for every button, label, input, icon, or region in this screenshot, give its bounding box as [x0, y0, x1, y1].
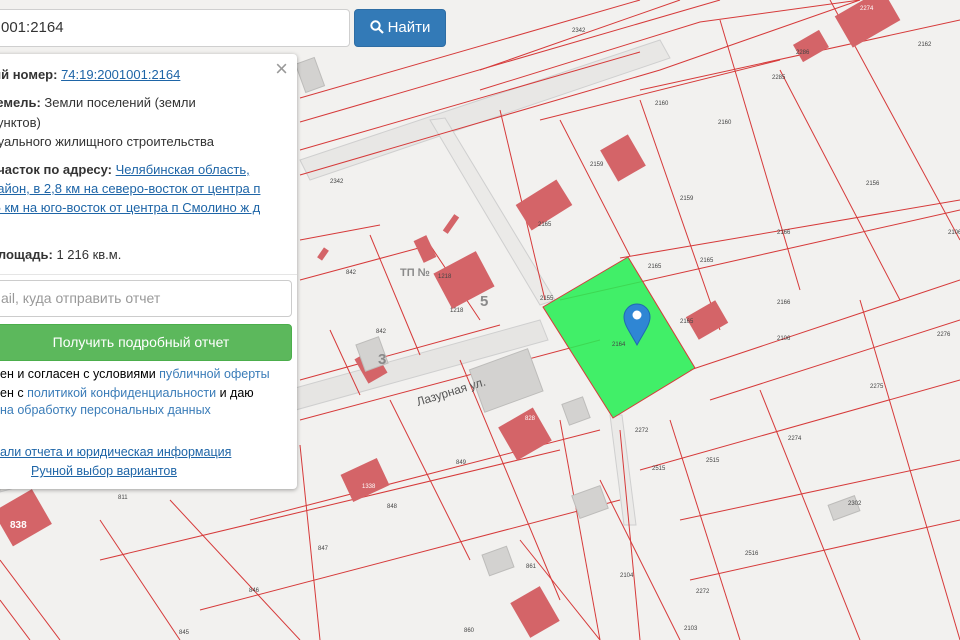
- cadastral-number-link[interactable]: 74:19:2001001:2164: [61, 67, 180, 82]
- search-button[interactable]: Найти: [354, 9, 446, 47]
- land-category-row: земель: Земли поселений (земли: [0, 95, 196, 110]
- svg-text:849: 849: [456, 460, 467, 466]
- cadastral-number-row: ый номер: 74:19:2001001:2164: [0, 67, 180, 82]
- svg-text:2106: 2106: [948, 230, 960, 236]
- svg-text:845: 845: [179, 630, 190, 636]
- terms-text-1: ен и согласен с условиями: [0, 367, 160, 381]
- svg-text:847: 847: [318, 546, 329, 552]
- svg-text:2515: 2515: [652, 466, 666, 472]
- svg-text:2159: 2159: [680, 196, 694, 202]
- svg-text:2166: 2166: [777, 230, 791, 236]
- address-label: участок по адресу:: [0, 162, 112, 177]
- email-field[interactable]: ail, куда отправить отчет: [0, 280, 292, 317]
- svg-text:846: 846: [249, 588, 260, 594]
- cadastral-number-label: ый номер:: [0, 67, 58, 82]
- terms-line-1: ен и согласен с условиями публичной офер…: [0, 367, 270, 381]
- svg-text:2165: 2165: [648, 264, 662, 270]
- svg-text:2286: 2286: [796, 50, 810, 56]
- svg-text:811: 811: [118, 495, 128, 501]
- svg-text:861: 861: [526, 564, 537, 570]
- area-label: площадь:: [0, 247, 53, 262]
- address-link-1[interactable]: Челябинская область,: [116, 162, 250, 177]
- svg-text:848: 848: [387, 504, 398, 510]
- substation-label: ТП №: [400, 267, 430, 279]
- report-details-link[interactable]: али отчета и юридическая информация: [0, 445, 231, 459]
- land-category-line-2: пунктов): [0, 115, 41, 130]
- privacy-policy-link[interactable]: политикой конфиденциальности: [27, 386, 216, 400]
- svg-text:2272: 2272: [696, 589, 710, 595]
- address-link-3[interactable]: ,5 км на юго-восток от центра п Смолино …: [0, 200, 260, 215]
- svg-text:1338: 1338: [362, 484, 376, 490]
- svg-text:828: 828: [525, 416, 536, 422]
- land-use-line: дуального жилищного строительства: [0, 134, 215, 149]
- svg-text:2165: 2165: [538, 222, 552, 228]
- svg-text:2156: 2156: [866, 181, 880, 187]
- parcel-info-panel: × ый номер: 74:19:2001001:2164 земель: З…: [0, 54, 297, 489]
- svg-text:2165: 2165: [700, 258, 714, 264]
- svg-text:2104: 2104: [620, 573, 634, 579]
- area-value: 1 216 кв.м.: [56, 247, 122, 262]
- area-row: площадь: 1 216 кв.м.: [0, 247, 121, 262]
- address-row: участок по адресу: Челябинская область,: [0, 162, 250, 177]
- search-icon: [369, 20, 384, 34]
- svg-text:2106: 2106: [777, 336, 791, 342]
- search-button-label: Найти: [387, 19, 431, 36]
- terms-text-3: и даю: [216, 386, 254, 400]
- svg-text:2162: 2162: [918, 42, 932, 48]
- house-number-5: 5: [480, 293, 488, 310]
- svg-text:2272: 2272: [635, 428, 649, 434]
- svg-text:1218: 1218: [438, 274, 452, 280]
- svg-text:2166: 2166: [777, 300, 791, 306]
- svg-text:1218: 1218: [450, 308, 464, 314]
- svg-text:2164: 2164: [612, 342, 626, 348]
- terms-line-2: ен с политикой конфиденциальности и даю: [0, 386, 254, 400]
- svg-text:2274: 2274: [860, 6, 874, 12]
- svg-text:2160: 2160: [655, 101, 669, 107]
- svg-text:2342: 2342: [330, 179, 344, 185]
- svg-text:2276: 2276: [937, 332, 951, 338]
- land-category-label: земель:: [0, 95, 41, 110]
- close-icon[interactable]: ×: [275, 57, 288, 81]
- public-offer-link[interactable]: публичной оферты: [159, 367, 269, 381]
- svg-text:2103: 2103: [684, 626, 698, 632]
- svg-text:2275: 2275: [870, 384, 884, 390]
- svg-text:2515: 2515: [706, 458, 720, 464]
- address-link-2[interactable]: район, в 2,8 км на северо-восток от цент…: [0, 181, 260, 196]
- svg-text:838: 838: [10, 520, 27, 531]
- land-category-value: Земли поселений (земли: [44, 95, 196, 110]
- svg-text:2516: 2516: [745, 551, 759, 557]
- svg-text:842: 842: [376, 329, 387, 335]
- terms-text-2: ен с: [0, 386, 28, 400]
- house-number-3: 3: [378, 351, 386, 368]
- svg-text:2285: 2285: [772, 75, 786, 81]
- svg-text:2274: 2274: [788, 436, 802, 442]
- svg-text:2160: 2160: [718, 120, 732, 126]
- get-report-button[interactable]: Получить подробный отчет: [0, 324, 292, 361]
- svg-text:860: 860: [464, 628, 475, 634]
- svg-text:2165: 2165: [680, 319, 694, 325]
- manual-selection-link[interactable]: Ручной выбор вариантов: [31, 464, 177, 478]
- svg-text:842: 842: [346, 270, 357, 276]
- svg-text:2342: 2342: [572, 28, 586, 34]
- divider: [0, 274, 297, 275]
- svg-text:2159: 2159: [590, 162, 604, 168]
- svg-text:2155: 2155: [540, 296, 554, 302]
- data-processing-link[interactable]: на обработку персональных данных: [0, 403, 211, 417]
- svg-text:2302: 2302: [848, 501, 862, 507]
- search-input[interactable]: 001:2164: [0, 9, 350, 47]
